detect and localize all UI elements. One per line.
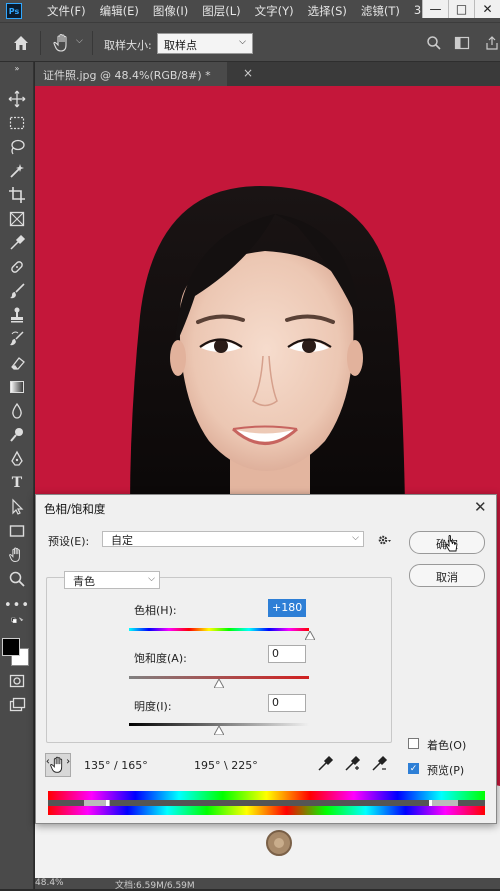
saturation-slider-thumb[interactable] — [214, 679, 224, 688]
menu-select[interactable]: 选择(S) — [301, 3, 354, 19]
lightness-slider-thumb[interactable] — [214, 726, 224, 735]
healing-brush-icon[interactable] — [6, 256, 28, 278]
workspace-icon[interactable] — [454, 35, 470, 51]
preview-checkbox[interactable]: ✓ — [408, 763, 419, 774]
preset-label: 预设(E): — [48, 535, 90, 548]
cancel-button-label: 取消 — [436, 571, 458, 584]
foreground-color-swatch[interactable] — [2, 638, 20, 656]
dialog-title: 色相/饱和度 — [44, 502, 106, 516]
document-info[interactable]: 文档:6.59M/6.59M — [115, 878, 195, 891]
share-icon[interactable] — [484, 35, 500, 51]
output-spectrum-bar — [48, 806, 485, 815]
options-bar: ⌵ 取样大小: 取样点 ⌵ — [0, 22, 500, 62]
hue-slider-track[interactable] — [129, 628, 309, 631]
zoom-level[interactable]: 48.4% — [35, 878, 64, 888]
chevron-down-icon: ⌵ — [352, 533, 359, 543]
preset-select[interactable]: 自定 ⌵ — [102, 531, 364, 547]
history-brush-icon[interactable] — [6, 328, 28, 350]
menu-edit[interactable]: 编辑(E) — [93, 3, 146, 19]
eyedropper-icon[interactable] — [316, 755, 334, 773]
zoom-tool-icon[interactable] — [6, 568, 28, 590]
range-right-text: 195° \ 225° — [194, 759, 258, 772]
chevron-down-icon: ⌵ — [148, 574, 155, 584]
dodge-tool-icon[interactable] — [6, 424, 28, 446]
range-left-text: 135° / 165° — [84, 759, 148, 772]
gradient-tool-icon[interactable] — [6, 376, 28, 398]
colorize-checkbox[interactable] — [408, 738, 419, 749]
eraser-tool-icon[interactable] — [6, 352, 28, 374]
mouse-cursor-icon — [445, 535, 458, 552]
menu-bar: Ps 文件(F) 编辑(E) 图像(I) 图层(L) 文字(Y) 选择(S) 滤… — [0, 0, 500, 22]
minimize-button[interactable]: — — [422, 0, 448, 18]
divider — [40, 31, 41, 55]
eyedropper-add-icon[interactable] — [343, 755, 361, 773]
tools-panel: » T ••• — [0, 62, 34, 889]
saturation-value-field[interactable]: 0 — [268, 645, 306, 663]
menu-type[interactable]: 文字(Y) — [248, 3, 301, 19]
window-close-button[interactable]: ✕ — [474, 0, 500, 18]
quick-mask-icon[interactable] — [6, 670, 28, 692]
blur-tool-icon[interactable] — [6, 400, 28, 422]
pen-tool-icon[interactable] — [6, 448, 28, 470]
crop-tool-icon[interactable] — [6, 184, 28, 206]
hand-tool-icon[interactable] — [52, 33, 74, 53]
status-bar: 48.4% 文档:6.59M/6.59M — [35, 878, 500, 891]
swap-colors-icon[interactable] — [6, 616, 28, 628]
gear-icon[interactable] — [376, 532, 392, 548]
channel-value: 青色 — [73, 575, 95, 588]
lightness-value-field[interactable]: 0 — [268, 694, 306, 712]
close-icon[interactable]: × — [243, 66, 253, 80]
document-tab-bar: 证件照.jpg @ 48.4%(RGB/8#) * × — [35, 62, 500, 86]
maximize-button[interactable]: □ — [448, 0, 474, 18]
sample-size-label: 取样大小: — [104, 39, 152, 52]
chevron-down-icon[interactable]: ⌵ — [76, 36, 83, 46]
screen-mode-icon[interactable] — [6, 694, 28, 716]
colorize-label: 着色(O) — [427, 739, 467, 752]
menu-file[interactable]: 文件(F) — [40, 3, 93, 19]
path-selection-icon[interactable] — [6, 496, 28, 518]
hand-adjust-icon[interactable] — [45, 753, 71, 777]
marquee-tool-icon[interactable] — [6, 112, 28, 134]
preset-value: 自定 — [111, 534, 133, 547]
move-tool-icon[interactable] — [6, 88, 28, 110]
document-tab-title: 证件照.jpg @ 48.4%(RGB/8#) * — [43, 69, 211, 82]
brush-tool-icon[interactable] — [6, 280, 28, 302]
lasso-tool-icon[interactable] — [6, 136, 28, 158]
lightness-label: 明度(I): — [134, 700, 172, 713]
cancel-button[interactable]: 取消 — [409, 564, 485, 587]
menu-items: 文件(F) 编辑(E) 图像(I) 图层(L) 文字(Y) 选择(S) 滤镜(T… — [40, 3, 455, 19]
hue-value-field[interactable]: +180 — [268, 599, 306, 617]
divider — [92, 31, 93, 55]
menu-layer[interactable]: 图层(L) — [195, 3, 247, 19]
panel-collapse-icon[interactable]: » — [6, 64, 28, 73]
menu-filter[interactable]: 滤镜(T) — [354, 3, 407, 19]
more-tools-icon[interactable]: ••• — [4, 594, 29, 616]
type-tool-icon[interactable]: T — [6, 472, 28, 494]
saturation-label: 饱和度(A): — [134, 652, 187, 665]
home-icon[interactable] — [12, 34, 30, 52]
clone-stamp-icon[interactable] — [6, 304, 28, 326]
photoshop-logo[interactable]: Ps — [6, 3, 22, 19]
close-icon[interactable]: ✕ — [474, 498, 487, 516]
magic-wand-icon[interactable] — [6, 160, 28, 182]
frame-tool-icon[interactable] — [6, 208, 28, 230]
sample-size-select[interactable]: 取样点 ⌵ — [157, 33, 253, 54]
edit-group-box — [46, 577, 392, 743]
rectangle-tool-icon[interactable] — [6, 520, 28, 542]
menu-image[interactable]: 图像(I) — [146, 3, 195, 19]
sample-size-value: 取样点 — [164, 39, 197, 52]
document-tab[interactable]: 证件照.jpg @ 48.4%(RGB/8#) * — [35, 62, 227, 86]
search-icon[interactable] — [426, 35, 442, 51]
hue-label: 色相(H): — [134, 604, 177, 617]
chevron-down-icon: ⌵ — [239, 37, 246, 47]
eyedropper-tool-icon[interactable] — [6, 232, 28, 254]
hue-slider-thumb[interactable] — [305, 631, 315, 640]
preview-label: 预览(P) — [427, 764, 465, 777]
hand-tool-panel-icon[interactable] — [6, 544, 28, 566]
input-spectrum-bar — [48, 791, 485, 800]
eyedropper-subtract-icon[interactable] — [370, 755, 388, 773]
hue-saturation-dialog: 色相/饱和度 ✕ 预设(E): 自定 ⌵ 确定 取消 青色 ⌵ 色相(H): +… — [35, 494, 497, 824]
channel-select[interactable]: 青色 ⌵ — [64, 571, 160, 589]
window-controls: — □ ✕ — [422, 0, 500, 22]
